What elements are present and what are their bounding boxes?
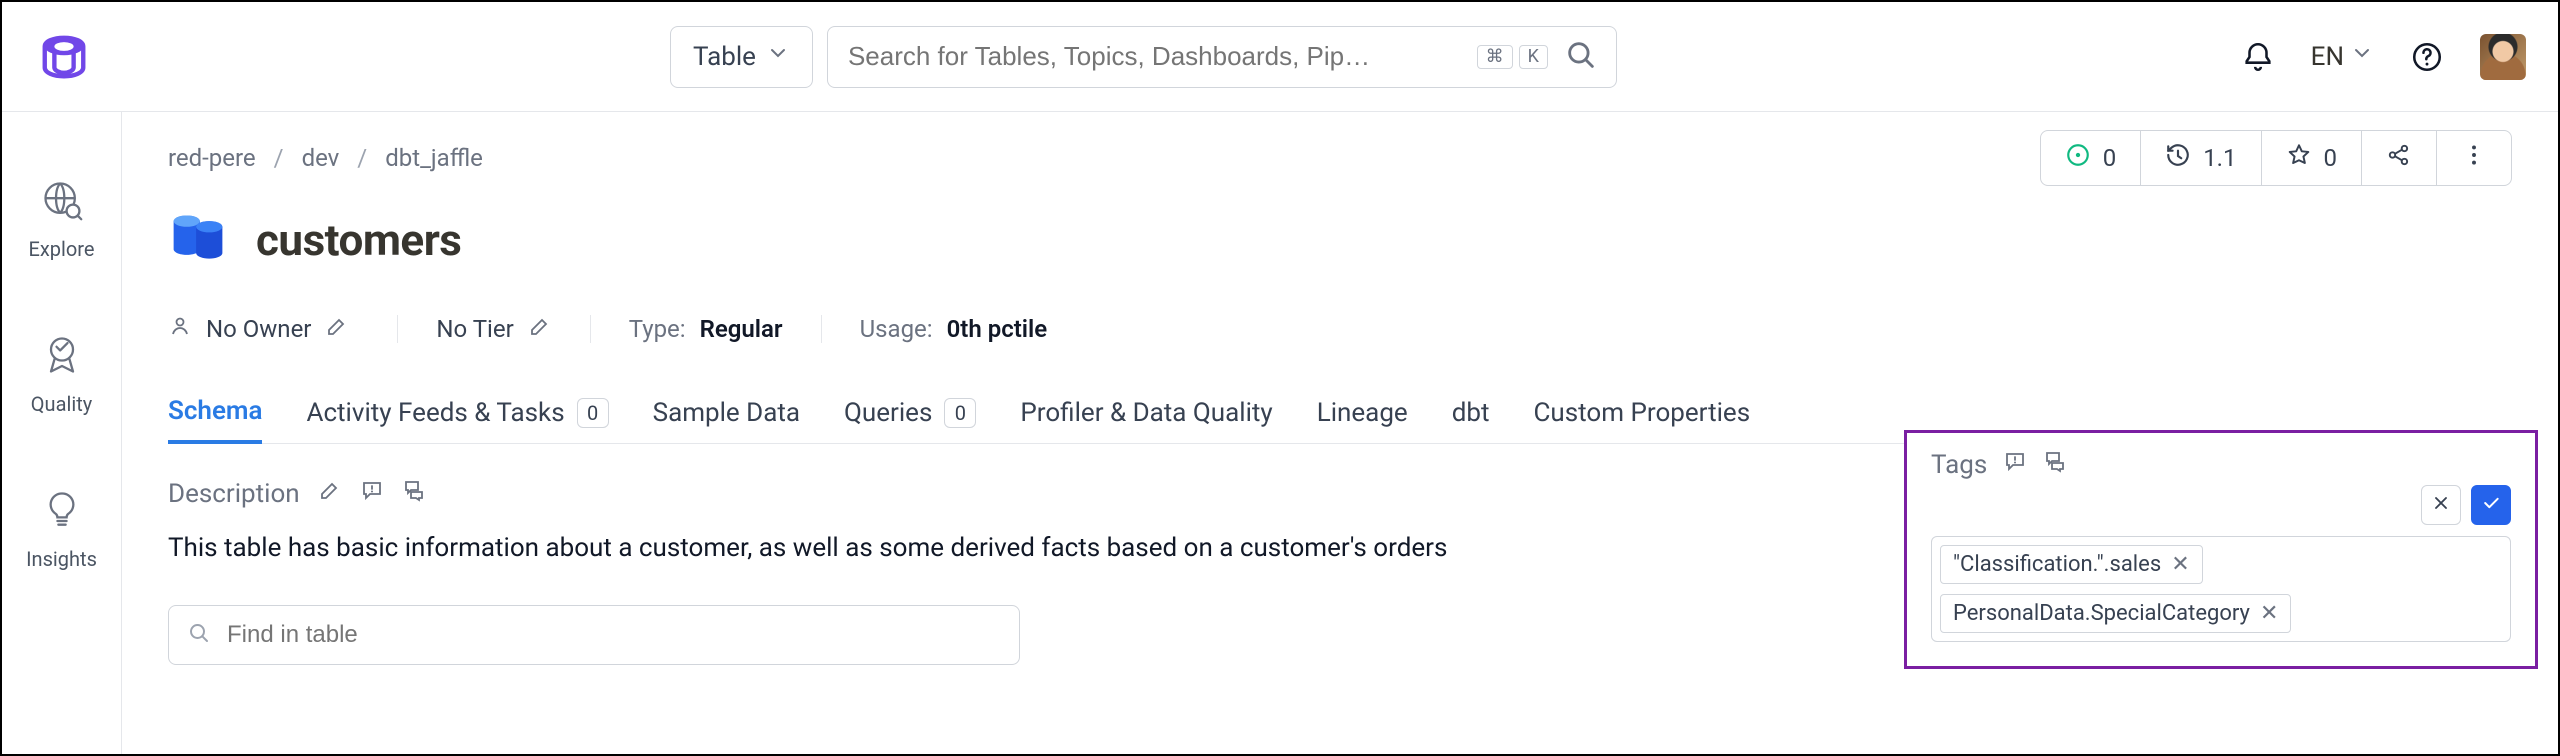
cancel-tags-button[interactable]	[2421, 485, 2461, 525]
tab-label: Activity Feeds & Tasks	[306, 398, 564, 428]
tag-chip: "Classification.".sales ✕	[1940, 545, 2203, 584]
table-icon	[168, 208, 228, 272]
tab-activity-feeds[interactable]: Activity Feeds & Tasks 0	[306, 398, 608, 442]
sidebar-item-label: Quality	[31, 392, 92, 416]
search-shortcut: ⌘ K	[1477, 45, 1548, 69]
share-button[interactable]	[2361, 131, 2436, 185]
check-icon	[2481, 493, 2501, 517]
request-icon[interactable]	[360, 478, 384, 509]
ribbon-icon	[40, 333, 84, 382]
confirm-tags-button[interactable]	[2471, 485, 2511, 525]
entity-stats: 0 1.1 0	[2040, 130, 2512, 186]
breadcrumb-item[interactable]: dev	[302, 144, 340, 172]
tier-value: No Tier	[436, 315, 513, 343]
stat-starred[interactable]: 0	[2261, 131, 2362, 185]
usage-label: Usage:	[860, 315, 933, 343]
breadcrumb-item[interactable]: dbt_jaffle	[385, 144, 483, 172]
tab-badge: 0	[944, 398, 976, 428]
bulb-icon	[40, 488, 84, 537]
description-heading: Description	[168, 479, 300, 509]
more-menu-button[interactable]	[2436, 131, 2511, 185]
sidebar-item-explore[interactable]: Explore	[29, 178, 95, 261]
search-icon	[1564, 38, 1598, 76]
tab-label: Schema	[168, 396, 262, 426]
tab-label: dbt	[1452, 398, 1490, 428]
global-search[interactable]: ⌘ K	[827, 26, 1617, 88]
kbd-cmd: ⌘	[1477, 45, 1513, 69]
breadcrumb-separator: /	[274, 144, 284, 172]
breadcrumb-item[interactable]: red-pere	[168, 144, 256, 172]
tab-lineage[interactable]: Lineage	[1317, 398, 1408, 442]
tab-badge: 0	[577, 398, 609, 428]
find-input[interactable]	[225, 620, 1001, 650]
edit-icon[interactable]	[325, 314, 349, 344]
app-logo[interactable]	[34, 27, 94, 87]
page-title: customers	[256, 214, 461, 266]
request-icon[interactable]	[2003, 449, 2027, 480]
close-icon	[2431, 493, 2451, 517]
tags-heading: Tags	[1931, 450, 1987, 480]
tags-panel: Tags "Classification.".sales ✕	[1904, 430, 2538, 669]
history-icon	[2165, 142, 2191, 174]
tab-label: Profiler & Data Quality	[1020, 398, 1272, 428]
language-selector[interactable]: EN	[2311, 41, 2374, 72]
type-label: Type:	[629, 315, 686, 343]
stat-value: 1.1	[2203, 144, 2236, 172]
target-icon	[2065, 142, 2091, 174]
kebab-icon	[2461, 142, 2487, 174]
tab-sample-data[interactable]: Sample Data	[653, 398, 800, 442]
tag-chip: PersonalData.SpecialCategory ✕	[1940, 594, 2291, 633]
tab-schema[interactable]: Schema	[168, 396, 262, 444]
sidebar-item-label: Insights	[26, 547, 97, 571]
search-type-dropdown[interactable]: Table	[670, 26, 813, 88]
help-icon[interactable]	[2410, 40, 2444, 74]
stat-value: 0	[2324, 144, 2338, 172]
divider	[821, 315, 822, 343]
tag-label: PersonalData.SpecialCategory	[1953, 601, 2250, 626]
sidebar-item-insights[interactable]: Insights	[26, 488, 97, 571]
kbd-k: K	[1519, 45, 1548, 69]
conversation-icon[interactable]	[402, 478, 426, 509]
tab-label: Queries	[844, 398, 932, 428]
tab-queries[interactable]: Queries 0	[844, 398, 976, 442]
sidebar-item-label: Explore	[29, 237, 95, 261]
remove-tag-icon[interactable]: ✕	[2260, 601, 2278, 626]
tab-label: Custom Properties	[1533, 398, 1750, 428]
chevron-down-icon	[2350, 41, 2374, 72]
edit-icon[interactable]	[528, 314, 552, 344]
usage-value: 0th pctile	[947, 315, 1048, 343]
stat-value: 0	[2103, 144, 2117, 172]
tab-dbt[interactable]: dbt	[1452, 398, 1490, 442]
type-value: Regular	[700, 315, 783, 343]
tags-input[interactable]: "Classification.".sales ✕ PersonalData.S…	[1931, 536, 2511, 642]
notifications-icon[interactable]	[2241, 40, 2275, 74]
divider	[590, 315, 591, 343]
tab-custom-properties[interactable]: Custom Properties	[1533, 398, 1750, 442]
search-input[interactable]	[846, 40, 1461, 73]
tab-label: Sample Data	[653, 398, 800, 428]
divider	[397, 315, 398, 343]
chevron-down-icon	[766, 41, 790, 72]
find-in-table[interactable]	[168, 605, 1020, 665]
conversation-icon[interactable]	[2043, 449, 2067, 480]
stat-running[interactable]: 0	[2041, 131, 2141, 185]
owner-icon	[168, 314, 192, 344]
language-label: EN	[2311, 42, 2344, 72]
user-avatar[interactable]	[2480, 34, 2526, 80]
sidebar-item-quality[interactable]: Quality	[31, 333, 92, 416]
star-icon	[2286, 142, 2312, 174]
globe-search-icon	[40, 178, 84, 227]
breadcrumb-separator: /	[357, 144, 367, 172]
tag-label: "Classification.".sales	[1953, 552, 2161, 577]
remove-tag-icon[interactable]: ✕	[2171, 552, 2189, 577]
share-icon	[2386, 142, 2412, 174]
stat-version[interactable]: 1.1	[2140, 131, 2260, 185]
owner-value: No Owner	[206, 315, 311, 343]
search-type-label: Table	[693, 42, 756, 72]
tab-profiler[interactable]: Profiler & Data Quality	[1020, 398, 1272, 442]
tab-label: Lineage	[1317, 398, 1408, 428]
search-icon	[187, 621, 211, 649]
edit-icon[interactable]	[318, 478, 342, 509]
